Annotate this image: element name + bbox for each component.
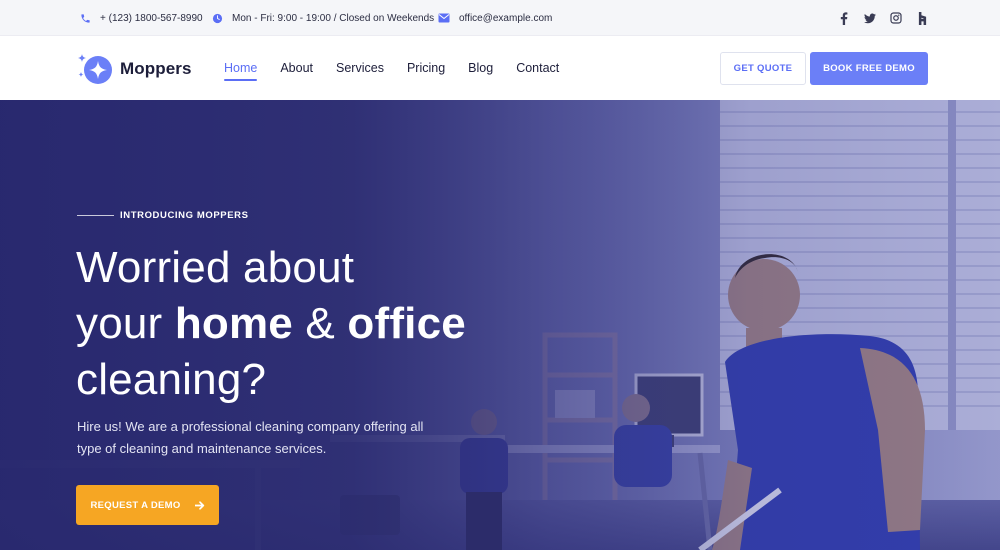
headline-home: home bbox=[174, 299, 293, 348]
headline-line-1: Worried about bbox=[76, 243, 355, 292]
nav-home[interactable]: Home bbox=[224, 61, 258, 81]
clock-icon bbox=[212, 13, 223, 23]
hero-eyebrow: INTRODUCING MOPPERS bbox=[77, 210, 249, 221]
eyebrow-divider bbox=[77, 215, 114, 216]
headline-office: office bbox=[347, 299, 466, 348]
instagram-icon[interactable] bbox=[890, 11, 902, 25]
get-quote-button[interactable]: GET QUOTE bbox=[720, 52, 806, 85]
request-demo-button[interactable]: REQUEST A DEMO bbox=[76, 485, 219, 525]
phone-contact[interactable]: + (123) 1800-567-8990 bbox=[80, 0, 203, 36]
headline-line-2-pre: your bbox=[76, 299, 175, 348]
book-free-demo-button[interactable]: BOOK FREE DEMO bbox=[810, 52, 928, 85]
headline-line-3: cleaning? bbox=[76, 355, 267, 404]
nav-about[interactable]: About bbox=[280, 61, 313, 75]
main-nav: Home About Services Pricing Blog Contact bbox=[224, 36, 559, 100]
hours-text: Mon - Fri: 9:00 - 19:00 / Closed on Week… bbox=[232, 12, 435, 24]
phone-text: + (123) 1800-567-8990 bbox=[100, 12, 203, 24]
request-demo-label: REQUEST A DEMO bbox=[90, 499, 181, 511]
business-hours: Mon - Fri: 9:00 - 19:00 / Closed on Week… bbox=[212, 0, 434, 36]
nav-services[interactable]: Services bbox=[336, 61, 384, 75]
email-contact[interactable]: office@example.com bbox=[438, 0, 552, 36]
hero-subtext: Hire us! We are a professional cleaning … bbox=[77, 419, 424, 456]
eyebrow-text: INTRODUCING MOPPERS bbox=[120, 210, 249, 221]
top-bar: + (123) 1800-567-8990 Mon - Fri: 9:00 - … bbox=[0, 0, 1000, 36]
nav-pricing[interactable]: Pricing bbox=[407, 61, 445, 75]
mail-icon bbox=[438, 13, 450, 23]
houzz-icon[interactable] bbox=[916, 11, 928, 25]
nav-contact[interactable]: Contact bbox=[516, 61, 559, 75]
site-header: Moppers Home About Services Pricing Blog… bbox=[0, 36, 1000, 100]
hero-headline: Worried about your home & office cleanin… bbox=[76, 240, 536, 408]
logo-text: Moppers bbox=[120, 59, 192, 78]
email-text: office@example.com bbox=[459, 12, 553, 24]
nav-blog[interactable]: Blog bbox=[468, 61, 493, 75]
hero-section: INTRODUCING MOPPERS Worried about your h… bbox=[0, 100, 1000, 550]
arrow-right-icon bbox=[194, 500, 205, 510]
facebook-icon[interactable] bbox=[838, 11, 850, 25]
sparkle-logo-icon bbox=[78, 54, 112, 84]
social-links bbox=[838, 0, 928, 36]
phone-icon bbox=[81, 13, 90, 23]
headline-line-2-mid: & bbox=[292, 299, 348, 348]
twitter-icon[interactable] bbox=[864, 11, 876, 25]
logo[interactable]: Moppers bbox=[76, 52, 192, 86]
